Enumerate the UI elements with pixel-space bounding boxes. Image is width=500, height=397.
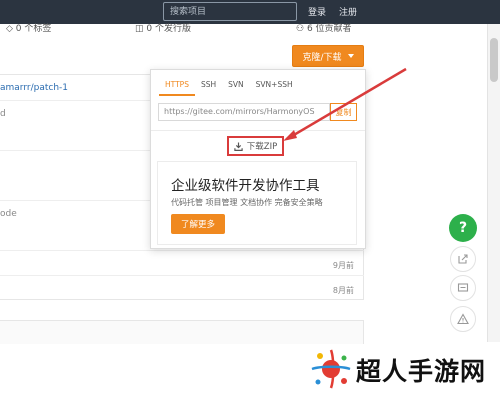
watermark-logo <box>311 349 351 389</box>
list-item-time: 8月前 <box>332 286 354 295</box>
contributors-icon: ⚇ <box>296 24 307 34</box>
comment-icon <box>457 283 469 292</box>
login-link[interactable]: 登录 <box>308 5 326 18</box>
release-icon: ◫ <box>135 24 147 34</box>
report-button[interactable] <box>450 306 476 332</box>
branch-link[interactable]: amarrr/patch-1 <box>0 83 68 93</box>
releases-stat[interactable]: ◫ 0 个发行版 <box>135 21 191 34</box>
tags-stat[interactable]: ◇ 0 个标签 <box>6 21 51 34</box>
tab-svn-ssh[interactable]: SVN+SSH <box>250 78 299 96</box>
tags-stat-label: 0 个标签 <box>15 24 52 34</box>
share-button[interactable] <box>450 246 476 272</box>
list-item-text: d <box>0 109 6 119</box>
contributors-stat-label: 6 位贡献者 <box>306 24 352 34</box>
protocol-tabs: HTTPS SSH SVN SVN+SSH <box>159 78 299 96</box>
download-zip-button[interactable]: 下载ZIP <box>227 136 284 156</box>
releases-stat-label: 0 个发行版 <box>146 24 191 34</box>
share-icon <box>458 254 468 264</box>
tag-icon: ◇ <box>6 24 16 34</box>
list-item[interactable]: 8月前 <box>0 276 364 301</box>
promo-title: 企业级软件开发协作工具 <box>171 178 320 194</box>
clone-download-label: 克隆/下载 <box>302 52 342 63</box>
list-item[interactable]: 9月前 <box>0 251 364 276</box>
caret-down-icon <box>347 54 354 58</box>
list-item-time: 9月前 <box>332 261 354 270</box>
contributors-stat[interactable]: ⚇ 6 位贡献者 <box>296 21 352 34</box>
download-icon <box>234 141 243 151</box>
search-input[interactable] <box>163 2 297 21</box>
clone-dropdown-panel: HTTPS SSH SVN SVN+SSH https://gitee.com/… <box>150 69 366 249</box>
page-scrollbar[interactable] <box>487 24 500 342</box>
divider <box>151 130 365 131</box>
help-icon: ? <box>458 220 468 236</box>
clone-url-field[interactable]: https://gitee.com/mirrors/HarmonyOS <box>158 103 330 121</box>
scrollbar-thumb[interactable] <box>490 38 498 82</box>
comment-button[interactable] <box>450 275 476 301</box>
top-nav-bar: 登录 注册 <box>0 0 500 24</box>
promo-subtitle: 代码托管 项目管理 文档协作 完备安全策略 <box>171 198 323 207</box>
learn-more-button[interactable]: 了解更多 <box>171 214 225 234</box>
clone-download-button[interactable]: 克隆/下载 <box>292 45 364 67</box>
watermark-text: 超人手游网 <box>356 357 487 386</box>
lower-section <box>0 320 364 344</box>
tab-https[interactable]: HTTPS <box>159 78 195 96</box>
warning-icon <box>457 313 469 325</box>
help-button[interactable]: ? <box>449 214 477 242</box>
copy-url-button[interactable]: 复制 <box>330 103 357 121</box>
register-link[interactable]: 注册 <box>339 5 357 18</box>
promo-card: 企业级软件开发协作工具 代码托管 项目管理 文档协作 完备安全策略 了解更多 <box>157 161 357 245</box>
list-item-text: ode <box>0 209 17 219</box>
tab-svn[interactable]: SVN <box>222 78 250 96</box>
download-zip-label: 下载ZIP <box>246 142 278 152</box>
tab-ssh[interactable]: SSH <box>195 78 222 96</box>
